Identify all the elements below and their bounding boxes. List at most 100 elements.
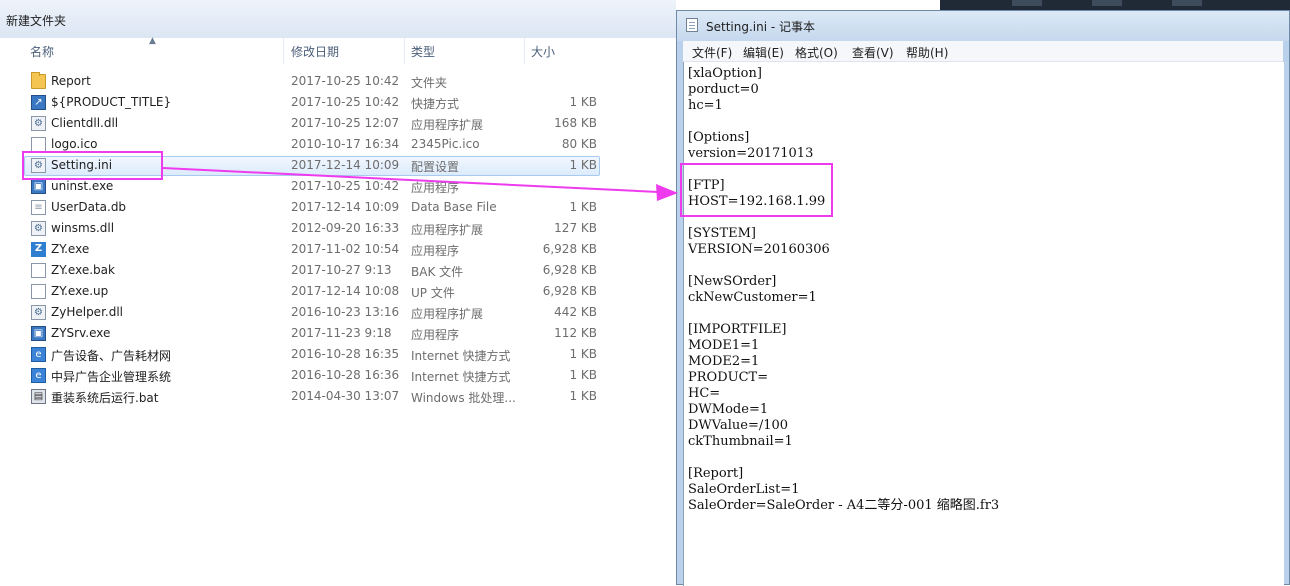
- file-row[interactable]: Z ZY.exe 2017-11-02 10:54 应用程序 6,928 KB: [0, 239, 676, 260]
- file-row[interactable]: ↗ ${PRODUCT_TITLE} 2017-10-25 10:42 快捷方式 1 K…: [0, 92, 676, 113]
- file-row[interactable]: Report 2017-10-25 10:42 文件夹: [0, 71, 676, 92]
- file-row[interactable]: ▣ ZYSrv.exe 2017-11-23 9:18 应用程序 112 KB: [0, 323, 676, 344]
- dll-icon: ⚙: [31, 305, 46, 320]
- file-size: 80 KB: [561, 137, 597, 151]
- text-line: [Options]: [688, 130, 750, 145]
- text-line: porduct=0: [688, 82, 759, 97]
- notepad-titlebar[interactable]: Setting.ini - 记事本: [677, 11, 1289, 41]
- file-type: Windows 批处理...: [411, 391, 516, 405]
- file-row[interactable]: ZY.exe.up 2017-12-14 10:08 UP 文件 6,928 KB: [0, 281, 676, 302]
- file-name: 重装系统后运行.bat: [51, 391, 159, 405]
- explorer-window: 新建文件夹 ▲ 名称 修改日期 类型 大小 Report 2017-10-25 1…: [0, 0, 676, 585]
- file-type: 应用程序: [411, 181, 460, 195]
- menu-format[interactable]: 格式(O): [795, 44, 838, 61]
- file-type: UP 文件: [411, 286, 455, 300]
- text-line: [xlaOption]: [688, 66, 762, 81]
- batch-file-icon: ▤: [31, 389, 46, 404]
- file-row[interactable]: ▤ 重装系统后运行.bat 2014-04-30 13:07 Windows 批处理.…: [0, 386, 676, 407]
- notepad-icon: [686, 18, 698, 32]
- text-line: VERSION=20160306: [688, 242, 830, 257]
- column-divider[interactable]: [404, 38, 405, 64]
- file-type: Internet 快捷方式: [411, 370, 511, 384]
- file-name: ZYSrv.exe: [51, 326, 111, 340]
- internet-shortcut-icon: e: [31, 347, 46, 362]
- file-date: 2017-11-02 10:54: [291, 242, 400, 256]
- file-size: 168 KB: [554, 116, 597, 130]
- file-date: 2017-10-25 12:07: [291, 116, 400, 130]
- file-name: winsms.dll: [51, 221, 115, 235]
- file-size: 127 KB: [554, 221, 597, 235]
- menu-help[interactable]: 帮助(H): [906, 44, 948, 61]
- column-divider[interactable]: [524, 38, 525, 64]
- file-date: 2014-04-30 13:07: [291, 389, 400, 403]
- zy-app-icon: Z: [31, 242, 46, 257]
- file-size: 1 KB: [569, 95, 597, 109]
- file-date: 2017-10-25 10:42: [291, 179, 400, 193]
- column-header-type[interactable]: 类型: [411, 43, 435, 60]
- file-date: 2017-10-25 10:42: [291, 95, 400, 109]
- file-date: 2017-11-23 9:18: [291, 326, 392, 340]
- file-name: uninst.exe: [51, 179, 114, 193]
- file-row[interactable]: ⚙ ZyHelper.dll 2016-10-23 13:16 应用程序扩展 442 K…: [0, 302, 676, 323]
- column-headers: ▲ 名称 修改日期 类型 大小: [0, 36, 676, 64]
- text-line: version=20171013: [688, 146, 814, 161]
- file-date: 2010-10-17 16:34: [291, 137, 400, 151]
- text-line: MODE1=1: [688, 338, 760, 353]
- file-icon: [31, 284, 46, 299]
- file-type: 应用程序: [411, 328, 460, 342]
- file-name: UserData.db: [51, 200, 127, 214]
- exe-icon: ▣: [31, 326, 46, 341]
- column-header-date[interactable]: 修改日期: [291, 43, 339, 60]
- file-row[interactable]: e 中异广告企业管理系统 2016-10-28 16:36 Internet 快捷方式…: [0, 365, 676, 386]
- file-date: 2017-10-25 10:42: [291, 74, 400, 88]
- file-date: 2017-12-14 10:09: [291, 158, 400, 172]
- explorer-address-bar[interactable]: 新建文件夹: [0, 0, 676, 39]
- file-type: 文件夹: [411, 76, 448, 90]
- file-type: BAK 文件: [411, 265, 464, 279]
- notepad-window: Setting.ini - 记事本 文件(F) 编辑(E) 格式(O) 查看(V…: [676, 10, 1290, 586]
- text-line: ckNewCustomer=1: [688, 290, 817, 305]
- file-type: Data Base File: [411, 200, 497, 214]
- annotation-highlight-ftp: [680, 163, 833, 217]
- file-row[interactable]: ⚙ Clientdll.dll 2017-10-25 12:07 应用程序扩展 168 …: [0, 113, 676, 134]
- file-size: 6,928 KB: [542, 284, 597, 298]
- file-size: 1 KB: [569, 347, 597, 361]
- image-icon: [31, 137, 46, 152]
- file-size: 6,928 KB: [542, 242, 597, 256]
- file-row[interactable]: e 广告设备、广告耗材网 2016-10-28 16:35 Internet 快捷方式…: [0, 344, 676, 365]
- menu-file[interactable]: 文件(F): [692, 44, 732, 61]
- file-row[interactable]: ≡ UserData.db 2017-12-14 10:09 Data Base Fi…: [0, 197, 676, 218]
- text-line: hc=1: [688, 98, 723, 113]
- file-name: logo.ico: [51, 137, 98, 151]
- file-name: 广告设备、广告耗材网: [51, 349, 172, 363]
- file-row[interactable]: ZY.exe.bak 2017-10-27 9:13 BAK 文件 6,928 KB: [0, 260, 676, 281]
- text-line: SaleOrder=SaleOrder - A4二等分-001 缩略图.fr3: [688, 498, 1000, 513]
- file-type: 快捷方式: [411, 97, 460, 111]
- annotation-highlight-file: [22, 151, 163, 180]
- file-date: 2017-12-14 10:09: [291, 200, 400, 214]
- text-line: [SYSTEM]: [688, 226, 757, 241]
- menu-edit[interactable]: 编辑(E): [743, 44, 784, 61]
- file-type: 配置设置: [411, 160, 460, 174]
- text-line: DWValue=/100: [688, 418, 789, 433]
- file-row[interactable]: ⚙ winsms.dll 2012-09-20 16:33 应用程序扩展 127 KB: [0, 218, 676, 239]
- file-type: 2345Pic.ico: [411, 137, 480, 151]
- exe-icon: ▣: [31, 179, 46, 194]
- file-date: 2017-10-27 9:13: [291, 263, 392, 277]
- database-icon: ≡: [31, 200, 46, 215]
- file-size: 1 KB: [569, 200, 597, 214]
- file-name: ZyHelper.dll: [51, 305, 123, 319]
- internet-shortcut-icon: e: [31, 368, 46, 383]
- column-divider[interactable]: [283, 38, 284, 64]
- dll-icon: ⚙: [31, 116, 46, 131]
- file-size: 1 KB: [569, 158, 597, 172]
- column-header-name[interactable]: 名称: [30, 43, 54, 60]
- menu-view[interactable]: 查看(V): [852, 44, 894, 61]
- notepad-text-area[interactable]: [xlaOption] porduct=0 hc=1 [Options] version…: [683, 62, 1284, 586]
- file-name: ZY.exe.up: [51, 284, 109, 298]
- file-date: 2016-10-28 16:35: [291, 347, 400, 361]
- dll-icon: ⚙: [31, 221, 46, 236]
- column-header-size[interactable]: 大小: [531, 43, 555, 60]
- file-type: 应用程序扩展: [411, 223, 484, 237]
- file-type: 应用程序: [411, 244, 460, 258]
